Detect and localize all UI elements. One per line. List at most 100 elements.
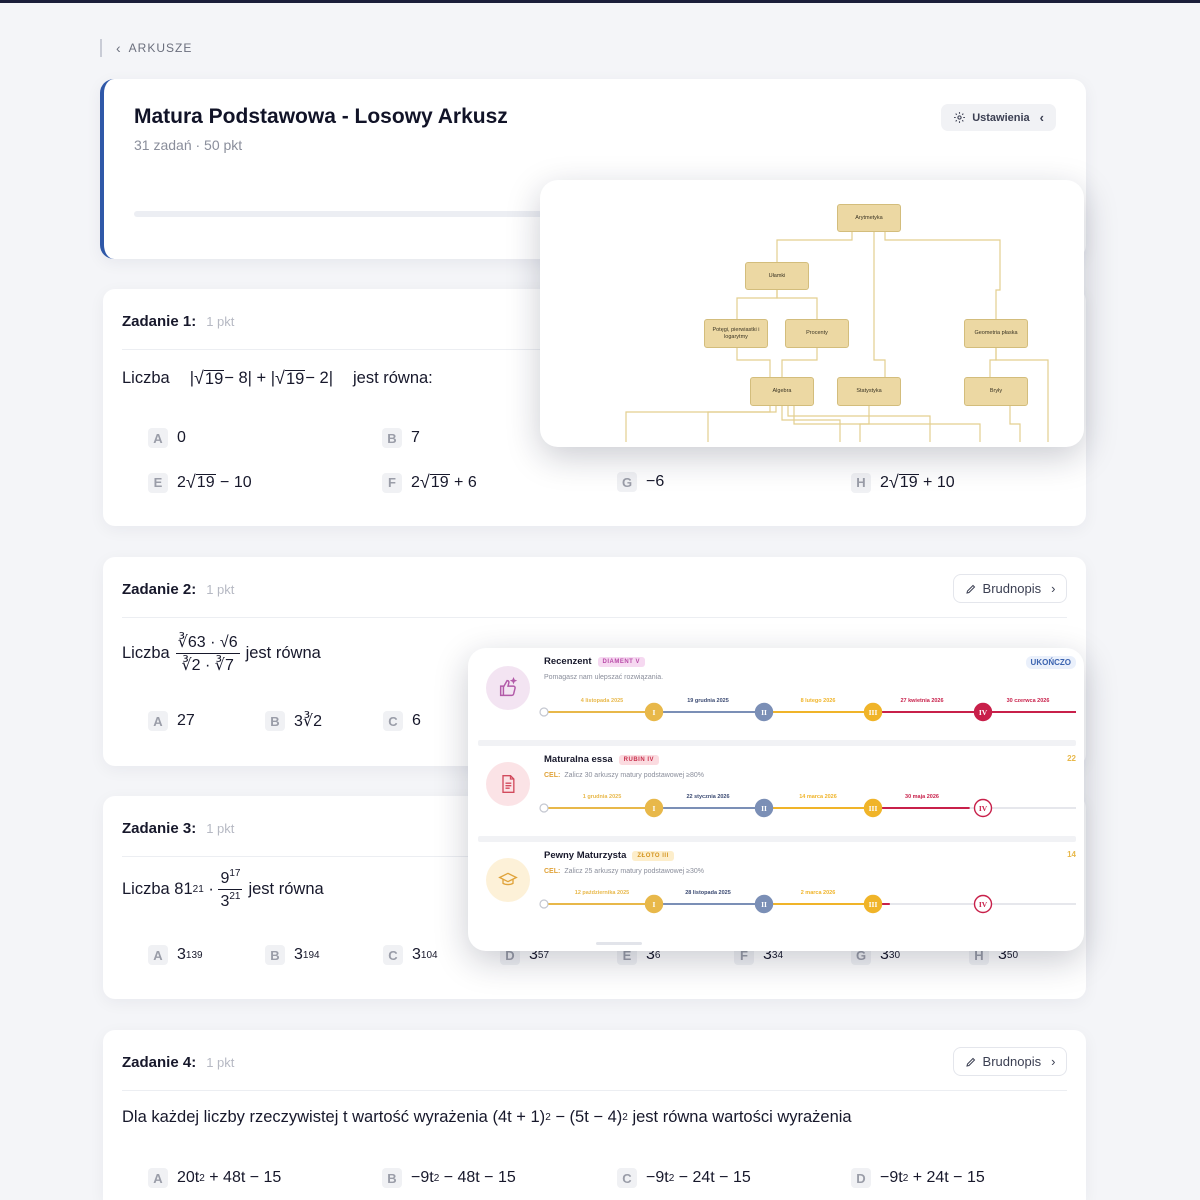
question-text: Liczba [122, 368, 170, 387]
achievement-desc: Pomagasz nam ulepszać rozwiązania. [544, 674, 664, 681]
tier-badge: RUBIN IV [618, 754, 659, 765]
draft-button[interactable]: Brudnopis › [953, 574, 1067, 603]
answer-option[interactable]: B 3 194 [265, 945, 320, 965]
task-card-4: Zadanie 4: 1 pkt Brudnopis › Dla każdej … [103, 1030, 1086, 1200]
level-label: III [869, 900, 878, 909]
answer-option[interactable]: H 2 √ 19 + 10 [851, 472, 955, 493]
divider [122, 617, 1067, 618]
timeline-date: 27 kwietnia 2026 [900, 698, 943, 704]
task-question: Liczba ∛63 · √6 ∛2 · ∛7 jest równa [122, 629, 321, 677]
question-text: jest równa [248, 879, 324, 898]
node-procenty[interactable]: Procenty [785, 319, 849, 348]
task-header: Zadanie 4: 1 pkt [122, 1054, 234, 1071]
achievement-count: 14 [1067, 850, 1076, 859]
math-fraction: 917 321 [218, 867, 243, 910]
gear-icon [954, 112, 966, 123]
chevron-right-icon: › [1051, 581, 1056, 596]
timeline-date: 22 stycznia 2026 [686, 794, 729, 800]
topic-tree-popup: Arytmetyka Ułamki Potęgi, pierwiastki i … [540, 180, 1084, 447]
draft-label: Brudnopis [982, 1054, 1042, 1069]
node-potegi[interactable]: Potęgi, pierwiastki i logarytmy [704, 319, 768, 348]
timeline-date: 12 października 2025 [575, 890, 629, 896]
chevron-left-icon: ‹ [116, 40, 121, 56]
task-question: Dla każdej liczby rzeczywistej t wartość… [122, 1107, 852, 1126]
timeline-date: 14 marca 2026 [799, 794, 837, 800]
node-ulamki[interactable]: Ułamki [745, 262, 809, 290]
settings-button[interactable]: Ustawienia ‹ [941, 104, 1056, 131]
task-points: 1 pkt [206, 582, 235, 597]
breadcrumb-label[interactable]: ARKUSZE [129, 41, 193, 55]
answer-option[interactable]: A 3 139 [148, 945, 203, 965]
level-label: IV [979, 708, 988, 717]
timeline-date: 2 marca 2026 [801, 890, 836, 896]
draft-label: Brudnopis [982, 581, 1042, 596]
answer-option[interactable]: C 3 104 [383, 945, 438, 965]
node-statystyka[interactable]: Statystyka [837, 377, 901, 406]
answer-option[interactable]: A0 [148, 428, 186, 448]
timeline-date: 28 listopada 2025 [685, 890, 731, 896]
level-label: I [653, 900, 656, 909]
timeline-date: 19 grudnia 2025 [687, 698, 729, 704]
achievements-popup: Recenzent DIAMENT V Pomagasz nam ulepsza… [468, 648, 1084, 951]
level-label: IV [979, 804, 988, 813]
task-header: Zadanie 2: 1 pkt [122, 581, 234, 598]
timeline-start [539, 899, 549, 909]
question-text: + [251, 368, 271, 387]
answer-option[interactable]: B7 [382, 428, 420, 448]
answer-option[interactable]: C6 [383, 711, 421, 731]
answer-option[interactable]: A 20t 2 + 48t − 15 [148, 1168, 281, 1188]
achievement-row: Pewny Maturzysta ZŁOTO III CEL: Zalicz 25… [468, 842, 1084, 934]
math-root: √ 19 [194, 367, 225, 388]
node-arytmetyka[interactable]: Arytmetyka [837, 204, 901, 232]
achievement-timeline: 1 grudnia 2025 22 stycznia 2026 14 marca 2… [539, 794, 1076, 818]
answer-option[interactable]: F 2 √ 19 + 6 [382, 472, 477, 493]
question-text: Liczba [122, 643, 170, 662]
achievement-timeline: 4 listopada 2025 19 grudnia 2025 8 lutego … [539, 698, 1076, 722]
answer-option[interactable]: A 27 [148, 711, 195, 731]
achievement-name: Recenzent DIAMENT V [544, 656, 646, 667]
timeline-start [539, 707, 549, 717]
pencil-icon [965, 584, 975, 594]
math-fraction: ∛63 · √6 ∛2 · ∛7 [175, 633, 240, 674]
node-geometria-plaska[interactable]: Geometria płaska [964, 319, 1028, 348]
question-text: · [203, 879, 219, 898]
answer-option[interactable]: B −9t 2 − 48t − 15 [382, 1168, 516, 1188]
scroll-indicator [596, 942, 642, 945]
chevron-left-icon: ‹ [1039, 110, 1044, 125]
level-label: IV [979, 900, 988, 909]
achievement-count: 22 [1067, 754, 1076, 763]
answer-option[interactable]: E 2 √ 19 − 10 [148, 472, 252, 493]
question-text: − 8| [224, 368, 252, 387]
task-question: Liczba 81 21 · 917 321 jest równa [122, 867, 324, 910]
answer-option[interactable]: C −9t 2 − 24t − 15 [617, 1168, 751, 1188]
top-accent-line [0, 0, 1200, 3]
achievement-status: UKOŃCZO [1025, 656, 1076, 669]
question-text: jest równa: [352, 368, 433, 387]
achievement-desc: CEL: Zalicz 25 arkuszy matury podstawowej… [544, 868, 704, 875]
draft-button[interactable]: Brudnopis › [953, 1047, 1067, 1076]
node-algebra[interactable]: Algebra [750, 377, 814, 406]
page-subtitle: 31 zadań · 50 pkt [134, 137, 243, 153]
task-question: Liczba | √ 19 − 8| + | √ 19 − 2| jest równ… [122, 365, 433, 391]
timeline-date: 8 lutego 2026 [801, 698, 836, 704]
task-title: Zadanie 3: [122, 820, 197, 837]
achievement-name: Maturalna essa RUBIN IV [544, 754, 659, 765]
achievement-name: Pewny Maturzysta ZŁOTO III [544, 850, 674, 861]
progress-track [134, 211, 554, 217]
task-title: Zadanie 1: [122, 313, 197, 330]
answer-option[interactable]: G −6 [617, 472, 664, 492]
math-root: √ 19 [275, 367, 306, 388]
achievement-row: Maturalna essa RUBIN IV CEL: Zalicz 30 ar… [468, 746, 1084, 838]
topic-tree-connectors [625, 232, 1049, 442]
achievement-row: Recenzent DIAMENT V Pomagasz nam ulepsza… [468, 648, 1084, 740]
task-title: Zadanie 2: [122, 581, 197, 598]
answer-option[interactable]: D −9t 2 + 24t − 15 [851, 1168, 985, 1188]
level-label: I [653, 804, 656, 813]
task-points: 1 pkt [206, 1055, 235, 1070]
answer-option[interactable]: B 3∛2 [265, 711, 322, 731]
task-points: 1 pkt [206, 821, 235, 836]
question-text: − 2| [305, 368, 333, 387]
node-bryly[interactable]: Bryły [964, 377, 1028, 406]
breadcrumb[interactable]: ‹ ARKUSZE [100, 38, 192, 58]
task-header: Zadanie 1: 1 pkt [122, 313, 234, 330]
